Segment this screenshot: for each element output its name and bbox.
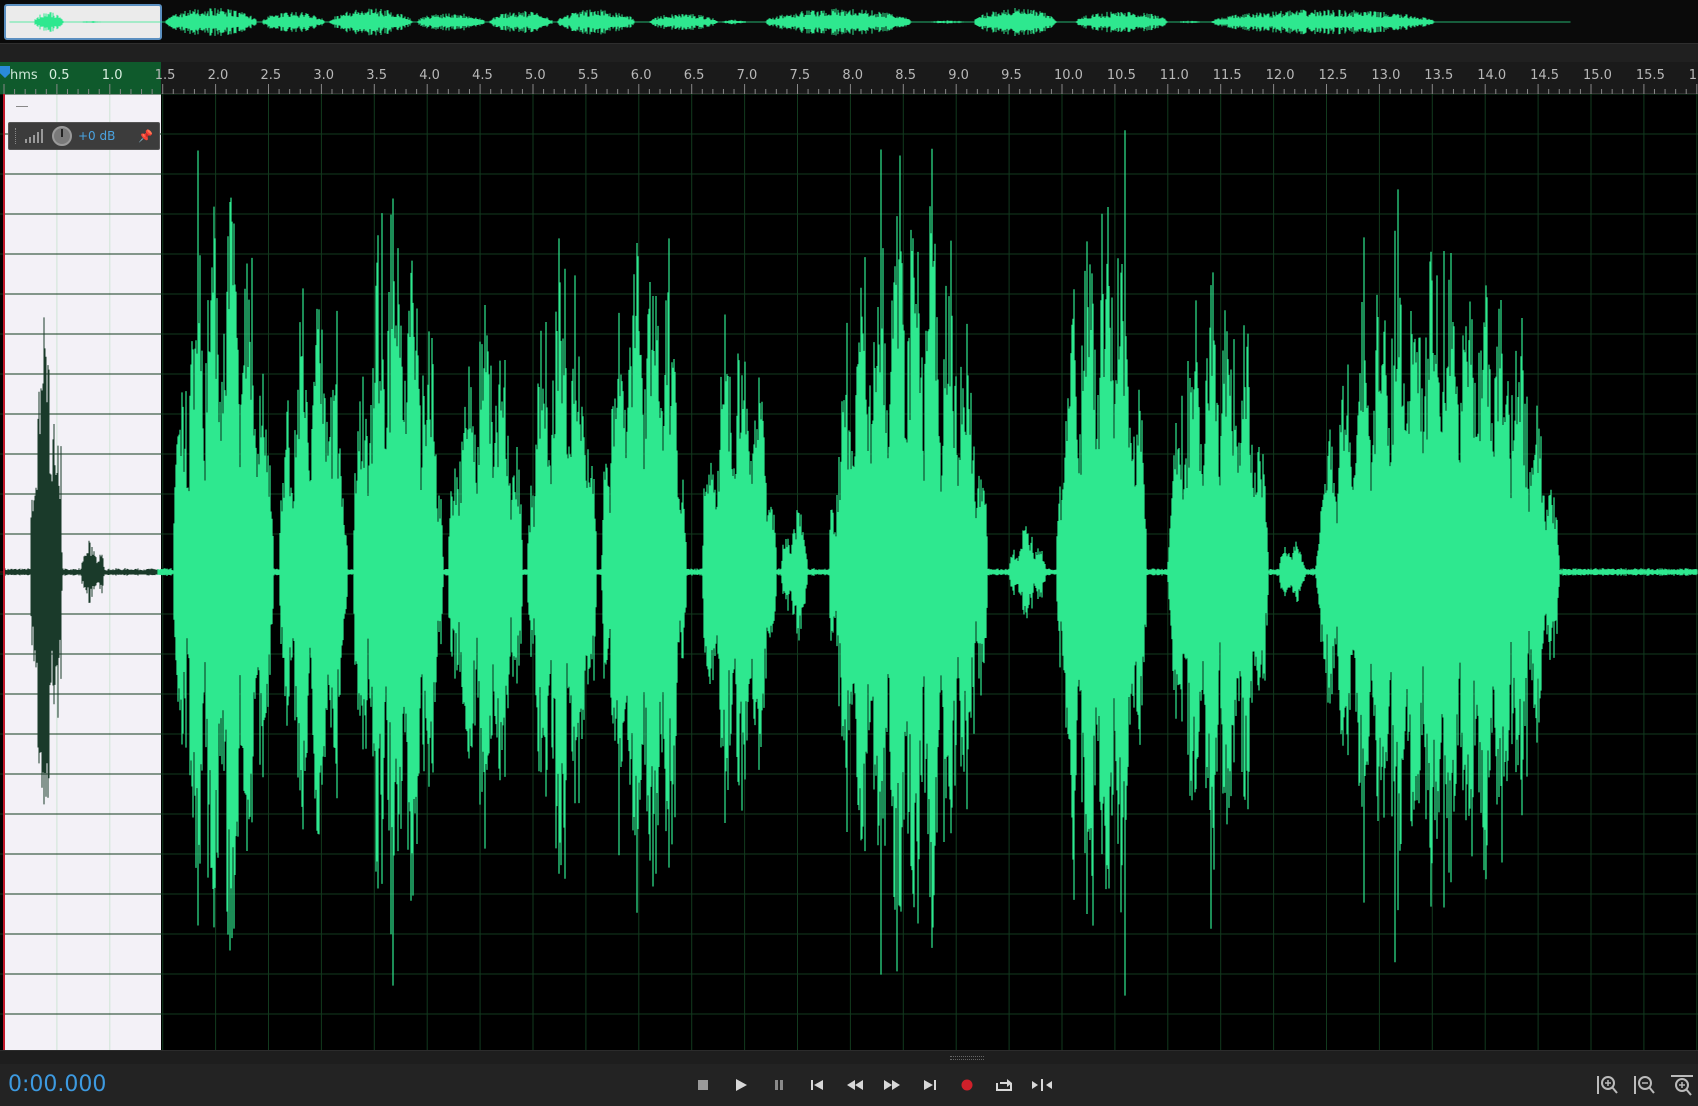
ruler-tick-label: 0.5 bbox=[49, 68, 70, 83]
ruler-tick-label: 13.5 bbox=[1424, 68, 1453, 83]
ruler-tick-label: 2.0 bbox=[208, 68, 229, 83]
fast-forward-icon bbox=[884, 1080, 900, 1090]
move-to-next-button[interactable] bbox=[916, 1072, 944, 1098]
splitter-grip-icon bbox=[950, 1056, 984, 1060]
pause-icon bbox=[775, 1080, 783, 1090]
ruler-tick-label: 13.0 bbox=[1371, 68, 1400, 83]
ruler-tick-label: 3.5 bbox=[366, 68, 387, 83]
zoom-out-amplitude-button[interactable] bbox=[1633, 1074, 1659, 1098]
ruler-ticks: 0.5 1.0 1.5 2.0 2.5 3.0 3.5 4.0 4.5 5.0 5.5 6.0 6.5 7… bbox=[3, 68, 1698, 94]
loop-playback-button[interactable] bbox=[990, 1072, 1018, 1098]
level-bars-icon bbox=[25, 129, 43, 143]
ruler-tick-label: 7.0 bbox=[737, 68, 758, 83]
ruler-tick-label: 4.5 bbox=[472, 68, 493, 83]
hud-divider bbox=[16, 106, 28, 107]
ruler-tick-label: 5.0 bbox=[525, 68, 546, 83]
ruler-unit-label: hms bbox=[10, 68, 38, 83]
volume-knob[interactable] bbox=[52, 126, 72, 146]
play-button[interactable] bbox=[727, 1072, 755, 1098]
pin-icon[interactable]: 📌 bbox=[138, 129, 153, 143]
hud-grip-handle[interactable] bbox=[15, 128, 18, 144]
ruler-tick-label: 8.0 bbox=[842, 68, 863, 83]
rewind-button[interactable] bbox=[841, 1072, 869, 1098]
ruler-tick-label: 1.0 bbox=[102, 68, 123, 83]
zoom-in-amplitude-button[interactable] bbox=[1596, 1074, 1622, 1098]
waveform-channel bbox=[157, 130, 1698, 996]
toolbar-gap bbox=[0, 44, 1698, 62]
waveform-editor[interactable]: +0 dB 📌 bbox=[0, 94, 1698, 1050]
record-button[interactable] bbox=[953, 1072, 981, 1098]
ruler-tick-label: 12.5 bbox=[1319, 68, 1348, 83]
ruler-tick-label: 16 bbox=[1689, 68, 1698, 83]
zoom-in-time-icon bbox=[1671, 1075, 1693, 1096]
ruler-tick-label: 11.0 bbox=[1160, 68, 1189, 83]
play-icon bbox=[736, 1079, 747, 1091]
skip-forward-icon bbox=[924, 1080, 936, 1090]
ruler-tick-label: 10.0 bbox=[1054, 68, 1083, 83]
ruler-tick-label: 6.5 bbox=[684, 68, 705, 83]
current-time-display[interactable]: 0:00.000 bbox=[8, 1072, 106, 1097]
skip-back-icon bbox=[811, 1080, 823, 1090]
ruler-tick-label: 15.5 bbox=[1636, 68, 1665, 83]
loop-icon bbox=[996, 1079, 1012, 1091]
record-icon bbox=[961, 1079, 973, 1091]
ruler-tick-label: 9.0 bbox=[948, 68, 969, 83]
ruler-tick-label: 12.0 bbox=[1266, 68, 1295, 83]
ruler-tick-label: 11.5 bbox=[1213, 68, 1242, 83]
ruler-tick-label: 10.5 bbox=[1107, 68, 1136, 83]
overview-waveform-graphic bbox=[9, 7, 1571, 37]
waveform-selected-segment bbox=[3, 317, 158, 805]
ruler-tick-label: 9.5 bbox=[1001, 68, 1022, 83]
zoom-in-amplitude-icon bbox=[1597, 1076, 1618, 1094]
transport-bar: 0:00.000 bbox=[0, 1064, 1698, 1106]
ruler-tick-label: 14.0 bbox=[1477, 68, 1506, 83]
ruler-tick-label: 15.0 bbox=[1583, 68, 1612, 83]
volume-gain-value: +0 dB bbox=[78, 129, 116, 143]
ruler-tick-label: 4.0 bbox=[419, 68, 440, 83]
time-ruler[interactable]: 0.5 1.0 1.5 2.0 2.5 3.0 3.5 4.0 4.5 5.0 5.5 6.0 6.5 7… bbox=[0, 62, 1698, 94]
ruler-tick-label: 6.0 bbox=[631, 68, 652, 83]
ruler-tick-label: 1.5 bbox=[155, 68, 176, 83]
zoom-in-time-button[interactable] bbox=[1670, 1074, 1696, 1098]
ruler-tick-label: 5.5 bbox=[578, 68, 599, 83]
skip-selection-button[interactable] bbox=[1028, 1072, 1056, 1098]
move-to-previous-button[interactable] bbox=[803, 1072, 831, 1098]
fast-forward-button[interactable] bbox=[878, 1072, 906, 1098]
waveform-graphic bbox=[0, 94, 1698, 1050]
ruler-tick-label: 14.5 bbox=[1530, 68, 1559, 83]
pause-button[interactable] bbox=[765, 1072, 793, 1098]
stop-button[interactable] bbox=[689, 1072, 717, 1098]
stop-icon bbox=[698, 1080, 708, 1090]
overview-waveform[interactable] bbox=[0, 0, 1698, 44]
ruler-tick-label: 2.5 bbox=[261, 68, 282, 83]
ruler-tick-label: 7.5 bbox=[790, 68, 811, 83]
skip-selection-icon bbox=[1032, 1079, 1052, 1091]
volume-hud[interactable]: +0 dB 📌 bbox=[8, 122, 160, 150]
ruler-tick-label: 8.5 bbox=[895, 68, 916, 83]
zoom-out-amplitude-icon bbox=[1634, 1076, 1655, 1094]
selection-start-edge[interactable] bbox=[3, 94, 5, 1050]
ruler-tick-label: 3.0 bbox=[313, 68, 334, 83]
rewind-icon bbox=[847, 1080, 863, 1090]
panel-splitter[interactable] bbox=[0, 1050, 1698, 1064]
overview-waveform-path bbox=[9, 7, 1571, 37]
